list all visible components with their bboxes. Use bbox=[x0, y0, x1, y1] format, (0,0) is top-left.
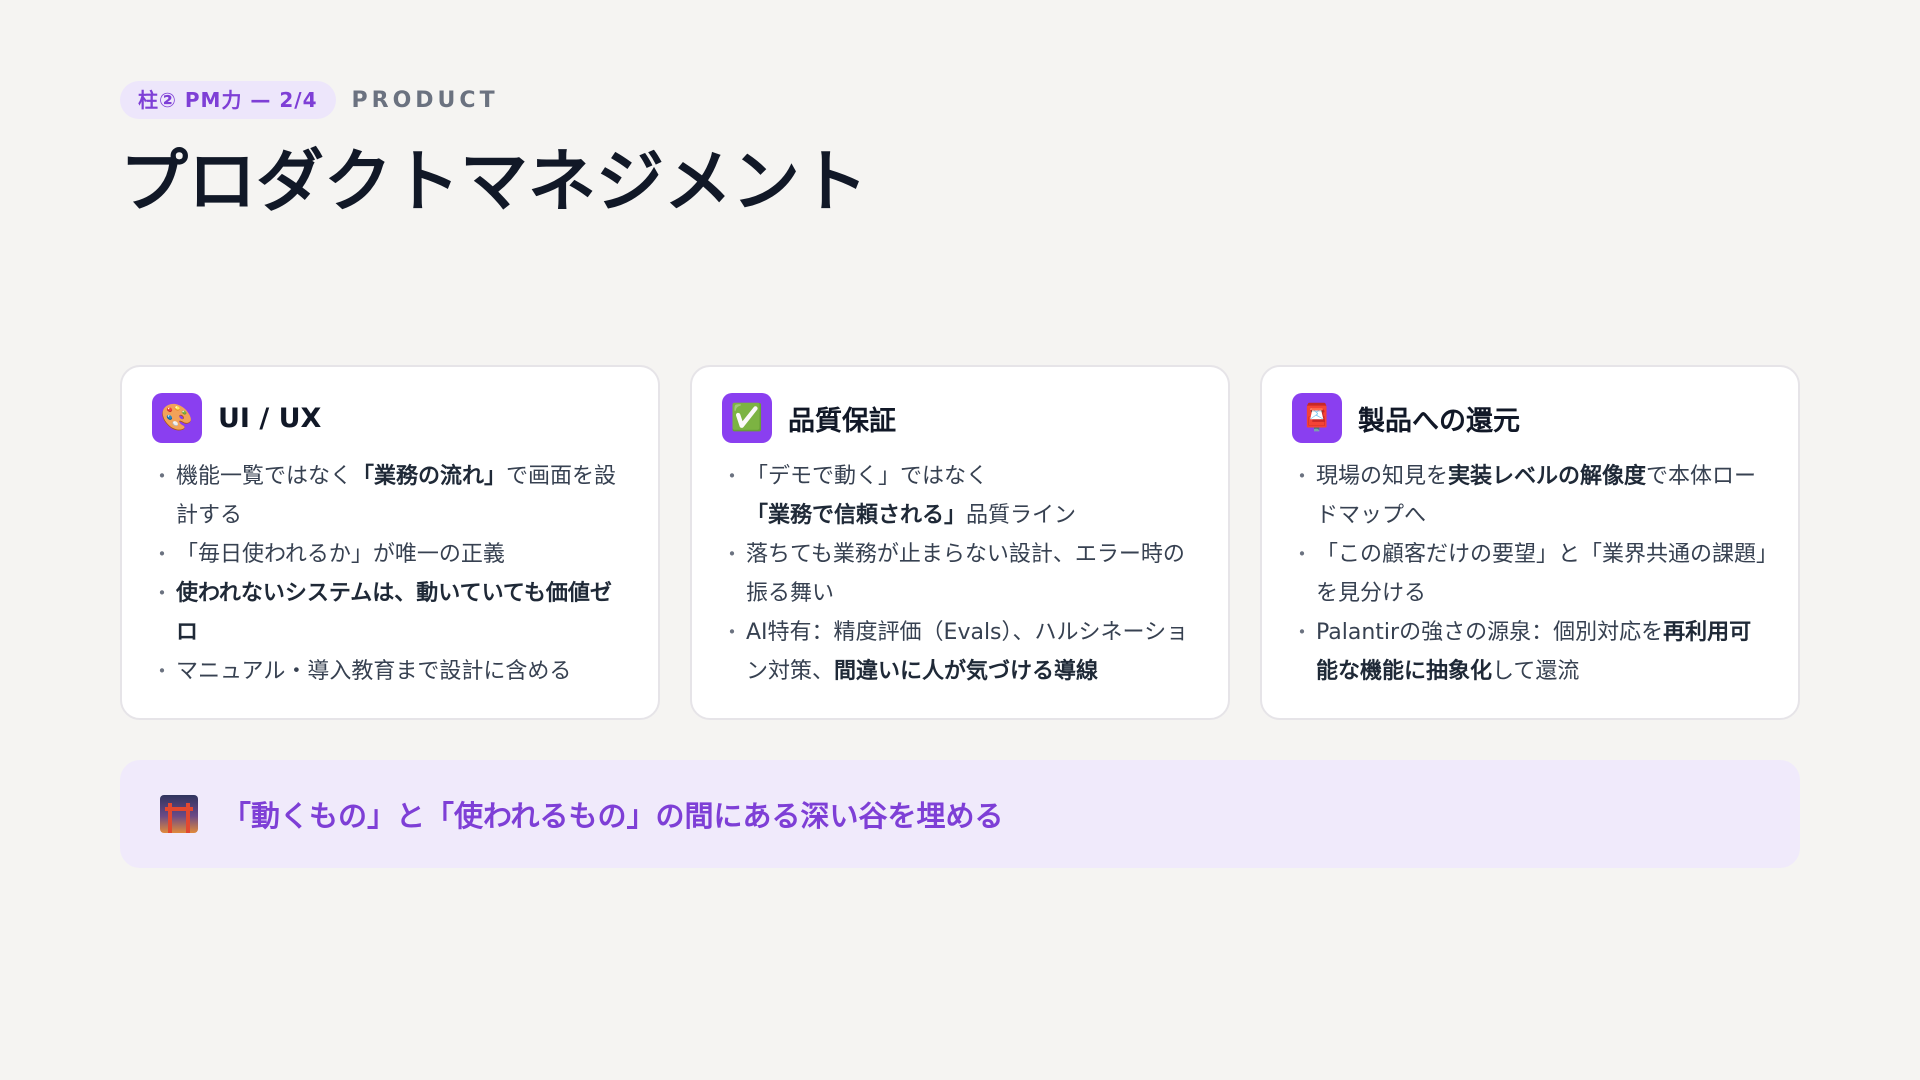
summary-banner: 「動くもの」と「使われるもの」の間にある深い谷を埋める bbox=[120, 760, 1800, 868]
bullet-emphasis: 「業務の流れ」 bbox=[352, 464, 507, 489]
card-title: 品質保証 bbox=[788, 405, 896, 437]
bullet-item: 「毎日使われるか」が唯一の正義 bbox=[152, 535, 630, 574]
bullet-item: 使われないシステムは、動いていても価値ゼロ bbox=[152, 574, 630, 652]
section-pill: 柱② PM力 — 2/4 bbox=[120, 81, 336, 119]
tag-row: 柱② PM力 — 2/4 PRODUCT bbox=[120, 80, 868, 120]
card-quality-assurance: ✅ 品質保証 「デモで動く」ではなく「業務で信頼される」品質ライン落ちても業務が… bbox=[690, 365, 1230, 720]
bullet-item: マニュアル・導入教育まで設計に含める bbox=[152, 652, 630, 691]
bullet-item: Palantirの強さの源泉：個別対応を再利用可能な機能に抽象化して還流 bbox=[1292, 613, 1770, 691]
card-product-feedback: 📮 製品への還元 現場の知見を実装レベルの解像度で本体ロードマップへ「この顧客だ… bbox=[1260, 365, 1800, 720]
check-mark-icon: ✅ bbox=[722, 393, 772, 443]
bullet-text: マニュアル・導入教育まで設計に含める bbox=[176, 659, 572, 684]
card-header: 📮 製品への還元 bbox=[1292, 393, 1770, 443]
bullet-list: 現場の知見を実装レベルの解像度で本体ロードマップへ「この顧客だけの要望」と「業界… bbox=[1292, 457, 1770, 691]
bullet-emphasis: 実装レベルの解像度 bbox=[1448, 464, 1647, 489]
bullet-emphasis: 「業務で信頼される」 bbox=[746, 503, 967, 528]
card-row: 🎨 UI / UX 機能一覧ではなく「業務の流れ」で画面を設計する「毎日使われる… bbox=[120, 365, 1800, 720]
bullet-text: 現場の知見を bbox=[1316, 464, 1449, 489]
card-ui-ux: 🎨 UI / UX 機能一覧ではなく「業務の流れ」で画面を設計する「毎日使われる… bbox=[120, 365, 660, 720]
card-header: 🎨 UI / UX bbox=[152, 393, 630, 443]
bullet-emphasis: 間違いに人が気づける導線 bbox=[834, 659, 1099, 684]
bullet-text: Palantirの強さの源泉：個別対応を bbox=[1316, 620, 1664, 645]
bullet-text: 品質ライン bbox=[966, 503, 1077, 528]
bullet-list: 機能一覧ではなく「業務の流れ」で画面を設計する「毎日使われるか」が唯一の正義使わ… bbox=[152, 457, 630, 691]
bullet-item: 「デモで動く」ではなく「業務で信頼される」品質ライン bbox=[722, 457, 1200, 535]
section-label: PRODUCT bbox=[351, 87, 499, 113]
bullet-text: 「デモで動く」ではなく bbox=[746, 464, 989, 489]
bullet-emphasis: 使われないシステムは、動いていても価値ゼロ bbox=[176, 581, 612, 645]
bullet-text: して還流 bbox=[1492, 659, 1580, 684]
bridge-at-night-icon bbox=[160, 795, 198, 833]
postbox-icon: 📮 bbox=[1292, 393, 1342, 443]
bullet-text: 落ちても業務が止まらない設計、エラー時の振る舞い bbox=[746, 542, 1185, 606]
card-title: 製品への還元 bbox=[1358, 405, 1520, 437]
bullet-text: 機能一覧ではなく bbox=[176, 464, 353, 489]
palette-icon: 🎨 bbox=[152, 393, 202, 443]
bullet-item: 落ちても業務が止まらない設計、エラー時の振る舞い bbox=[722, 535, 1200, 613]
slide-header: 柱② PM力 — 2/4 PRODUCT プロダクトマネジメント bbox=[120, 80, 868, 224]
card-header: ✅ 品質保証 bbox=[722, 393, 1200, 443]
card-title: UI / UX bbox=[218, 402, 322, 434]
bullet-item: 「この顧客だけの要望」と「業界共通の課題」を見分ける bbox=[1292, 535, 1770, 613]
bullet-item: 現場の知見を実装レベルの解像度で本体ロードマップへ bbox=[1292, 457, 1770, 535]
banner-text: 「動くもの」と「使われるもの」の間にある深い谷を埋める bbox=[222, 799, 1004, 833]
page-title: プロダクトマネジメント bbox=[120, 143, 869, 222]
bullet-text: 「この顧客だけの要望」と「業界共通の課題」を見分ける bbox=[1316, 542, 1768, 606]
bullet-text: 「毎日使われるか」が唯一の正義 bbox=[176, 542, 505, 567]
bullet-list: 「デモで動く」ではなく「業務で信頼される」品質ライン落ちても業務が止まらない設計… bbox=[722, 457, 1200, 691]
bullet-item: AI特有：精度評価（Evals）、ハルシネーション対策、間違いに人が気づける導線 bbox=[722, 613, 1200, 691]
bullet-item: 機能一覧ではなく「業務の流れ」で画面を設計する bbox=[152, 457, 630, 535]
